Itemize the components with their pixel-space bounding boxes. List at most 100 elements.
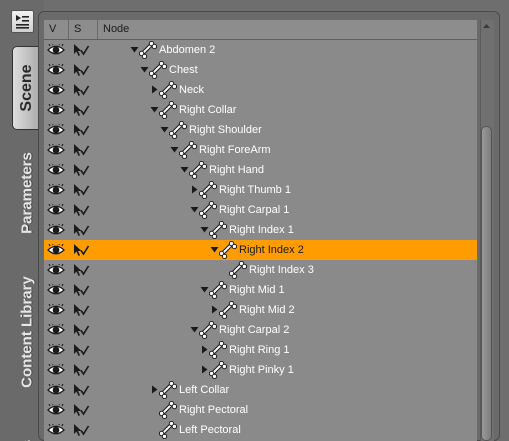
node-tree: Abdomen 2 Chest Neck Right Collar Right Shou… [44,40,477,441]
column-header-selectable[interactable]: S [69,20,98,39]
tree-row[interactable]: Right ForeArm [44,140,477,160]
cursor-check-icon[interactable] [72,383,90,397]
bone-icon [159,381,177,399]
expand-triangle-down-icon[interactable] [180,165,189,174]
eye-icon[interactable] [47,104,65,116]
expand-triangle-right-icon[interactable] [150,385,159,394]
cursor-check-icon[interactable] [72,163,90,177]
expand-triangle-right-icon[interactable] [210,305,219,314]
expand-triangle-down-icon[interactable] [170,145,179,154]
node-label: Right Index 2 [239,244,304,256]
expand-triangle-down-icon[interactable] [150,105,159,114]
node-label: Left Pectoral [179,424,241,436]
eye-icon[interactable] [47,424,65,436]
eye-icon[interactable] [47,384,65,396]
eye-icon[interactable] [47,304,65,316]
node-label: Right Hand [209,164,265,176]
expand-triangle-right-icon[interactable] [200,365,209,374]
tree-row[interactable]: Abdomen 2 [44,40,477,60]
tree-row[interactable]: Chest [44,60,477,80]
scrollbar-thumb[interactable] [481,126,492,441]
tree-row[interactable]: Right Index 1 [44,220,477,240]
eye-icon[interactable] [47,244,65,256]
tree-row[interactable]: Right Index 2 [44,240,477,260]
cursor-check-icon[interactable] [72,403,90,417]
expand-triangle-right-icon[interactable] [200,345,209,354]
tree-row[interactable]: Right Carpal 2 [44,320,477,340]
cursor-check-icon[interactable] [72,343,90,357]
eye-icon[interactable] [47,224,65,236]
eye-icon[interactable] [47,264,65,276]
tree-row[interactable]: Right Shoulder [44,120,477,140]
eye-icon[interactable] [47,64,65,76]
node-label: Right Pinky 1 [229,364,294,376]
tree-row[interactable]: Right Mid 2 [44,300,477,320]
cursor-check-icon[interactable] [72,103,90,117]
eye-icon[interactable] [47,124,65,136]
cursor-check-icon[interactable] [72,223,90,237]
expand-triangle-down-icon[interactable] [200,225,209,234]
tree-row[interactable]: Right Hand [44,160,477,180]
tree-row[interactable]: Right Collar [44,100,477,120]
tab-content-library-label: Content Library [18,276,36,388]
eye-icon[interactable] [47,44,65,56]
eye-icon[interactable] [47,164,65,176]
expand-triangle-down-icon[interactable] [130,45,139,54]
expand-triangle-down-icon[interactable] [210,245,219,254]
eye-icon[interactable] [47,364,65,376]
cursor-check-icon[interactable] [72,423,90,437]
cursor-check-icon[interactable] [72,263,90,277]
node-label: Right ForeArm [199,144,271,156]
scroll-up-arrow-icon[interactable] [480,20,493,33]
eye-icon[interactable] [47,284,65,296]
cursor-check-icon[interactable] [72,243,90,257]
cursor-check-icon[interactable] [72,303,90,317]
tree-row[interactable]: Left Pectoral [44,420,477,440]
cursor-check-icon[interactable] [72,43,90,57]
eye-icon[interactable] [47,404,65,416]
tree-row[interactable]: Right Pinky 1 [44,360,477,380]
tree-row[interactable]: Right Pectoral [44,400,477,420]
bone-icon [159,401,177,419]
expand-triangle-right-icon[interactable] [150,85,159,94]
cursor-check-icon[interactable] [72,363,90,377]
cursor-check-icon[interactable] [72,203,90,217]
cursor-check-icon[interactable] [72,83,90,97]
expand-triangle-down-icon[interactable] [140,65,149,74]
expand-triangle-down-icon[interactable] [160,125,169,134]
node-label: Right Mid 2 [239,304,295,316]
cursor-check-icon[interactable] [72,183,90,197]
node-label: Right Index 3 [249,264,314,276]
tree-row[interactable]: Right Mid 1 [44,280,477,300]
eye-icon[interactable] [47,324,65,336]
tree-row[interactable]: Right Ring 1 [44,340,477,360]
tree-row[interactable]: Right Carpal 1 [44,200,477,220]
eye-icon[interactable] [47,184,65,196]
column-header-visible[interactable]: V [44,20,69,39]
bone-icon [169,121,187,139]
tree-row[interactable]: Left Collar [44,380,477,400]
cursor-check-icon[interactable] [72,283,90,297]
panel-menu-button[interactable] [11,10,34,33]
cursor-check-icon[interactable] [72,323,90,337]
cursor-check-icon[interactable] [72,123,90,137]
column-header-node[interactable]: Node [98,20,477,39]
tree-row[interactable]: Neck [44,80,477,100]
eye-icon[interactable] [47,204,65,216]
bone-icon [179,141,197,159]
bone-icon [209,221,227,239]
expand-triangle-right-icon[interactable] [190,185,199,194]
expand-triangle-down-icon[interactable] [190,205,199,214]
bone-icon [219,301,237,319]
eye-icon[interactable] [47,84,65,96]
eye-icon[interactable] [47,144,65,156]
tree-header: V S Node [44,20,477,40]
eye-icon[interactable] [47,344,65,356]
node-label: Neck [179,84,205,96]
cursor-check-icon[interactable] [72,143,90,157]
expand-triangle-down-icon[interactable] [190,325,199,334]
tree-row[interactable]: Right Thumb 1 [44,180,477,200]
cursor-check-icon[interactable] [72,63,90,77]
tree-row[interactable]: Right Index 3 [44,260,477,280]
expand-triangle-down-icon[interactable] [200,285,209,294]
